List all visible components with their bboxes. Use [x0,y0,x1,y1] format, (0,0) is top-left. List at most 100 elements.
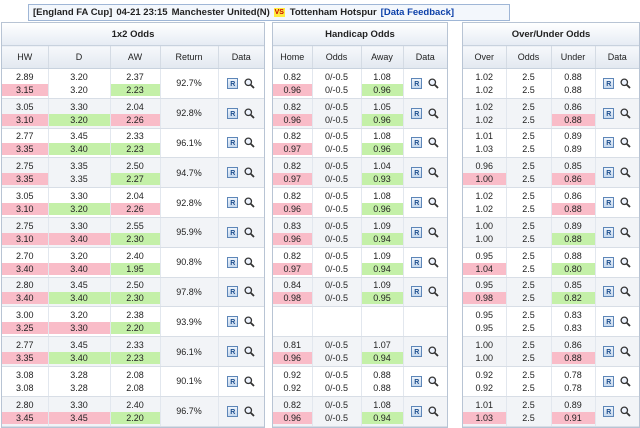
odds-history-icon[interactable]: R [411,137,423,149]
odds-history-icon[interactable]: R [603,107,615,119]
odds-history-icon[interactable]: R [411,167,423,179]
under-cell-initial: 0.88 [564,71,582,82]
odds-history-icon[interactable]: R [603,346,615,358]
odds-history-icon[interactable]: R [227,77,239,89]
magnifier-icon[interactable] [244,257,255,268]
data-feedback-link[interactable]: [Data Feedback] [381,7,454,18]
magnifier-icon[interactable] [620,257,631,268]
magnifier-icon[interactable] [428,257,439,268]
odds-history-icon[interactable]: R [411,256,423,268]
odds-history-icon[interactable]: R [227,346,239,358]
aw-cell-initial: 2.55 [126,220,144,231]
odds-history-icon[interactable]: R [227,286,239,298]
odds-history-icon[interactable]: R [411,107,423,119]
data-actions: R [218,277,265,308]
magnifier-icon[interactable] [244,406,255,417]
odds-history-icon[interactable]: R [227,197,239,209]
data-icons: R [404,167,448,179]
magnifier-icon[interactable] [620,406,631,417]
odds-history-icon[interactable]: R [603,77,615,89]
magnifier-icon[interactable] [620,78,631,89]
return-cell: 92.8% [160,98,219,129]
magnifier-icon[interactable] [244,316,255,327]
handicap-line-cell-initial: 0/-0.5 [324,220,348,231]
under-cell: 0.78 0.78 [551,366,596,397]
magnifier-icon[interactable] [244,137,255,149]
odds-history-icon[interactable]: R [411,226,423,238]
col-hc-odds: Odds [312,45,362,69]
odds-history-icon[interactable]: R [603,375,615,387]
odds-history-icon[interactable]: R [603,286,615,298]
magnifier-icon[interactable] [428,227,439,238]
data-actions: R [595,366,640,397]
over-cell-initial: 1.00 [475,220,494,231]
magnifier-icon[interactable] [620,167,631,178]
table-row: 0.84 0.98 0/-0.5 0/-0.5 1.09 0.95 R [273,277,447,308]
magnifier-icon[interactable] [428,197,439,208]
magnifier-icon[interactable] [620,286,631,298]
odds-history-icon[interactable]: R [411,286,423,298]
magnifier-icon[interactable] [428,406,439,417]
odds-history-icon[interactable]: R [227,167,239,179]
table-row: 2.80 3.40 3.45 3.40 2.50 2.30 97.8% R [2,277,265,308]
odds-history-icon[interactable]: R [603,226,615,238]
magnifier-icon[interactable] [620,137,631,149]
magnifier-icon[interactable] [244,376,255,387]
odds-history-icon[interactable]: R [603,197,615,209]
data-icons: R [596,137,640,149]
magnifier-icon[interactable] [428,78,439,89]
magnifier-icon[interactable] [428,346,439,357]
odds-history-icon[interactable]: R [603,405,615,417]
magnifier-icon[interactable] [244,197,255,208]
odds-history-icon[interactable]: R [227,107,239,119]
odds-history-icon[interactable]: R [227,375,239,387]
data-actions: R [403,336,447,367]
draw-cell-initial: 3.30 [70,101,88,112]
odds-history-icon[interactable]: R [411,77,423,89]
magnifier-icon[interactable] [428,286,439,298]
odds-history-icon[interactable]: R [603,316,615,328]
magnifier-icon[interactable] [620,376,631,387]
magnifier-icon[interactable] [428,376,439,387]
total-line-cell-initial: 2.5 [522,191,535,202]
magnifier-icon[interactable] [244,78,255,89]
magnifier-icon[interactable] [428,108,439,119]
aw-cell: 2.38 2.20 [110,306,161,338]
odds-history-icon[interactable]: R [411,405,423,417]
odds-history-icon[interactable]: R [411,346,423,358]
total-line-cell-live: 2.5 [522,353,535,364]
magnifier-icon[interactable] [620,227,631,238]
data-actions: R [403,366,447,397]
total-line-cell-initial: 2.5 [522,369,535,380]
magnifier-icon[interactable] [244,227,255,238]
magnifier-icon[interactable] [620,316,631,327]
away-team-name: Tottenham Hotspur [289,7,377,18]
odds-history-icon[interactable]: R [227,316,239,328]
data-icons: R [219,375,265,387]
magnifier-icon[interactable] [620,346,631,357]
magnifier-icon[interactable] [620,197,631,208]
odds-history-icon[interactable]: R [227,137,239,149]
odds-1x2-panel: 1x2 Odds HW D AW Return Data 2.89 3.15 3.2… [1,22,265,428]
magnifier-icon[interactable] [428,137,439,149]
magnifier-icon[interactable] [244,167,255,178]
odds-history-icon[interactable]: R [603,256,615,268]
magnifier-icon[interactable] [244,286,255,298]
odds-history-icon[interactable]: R [603,167,615,179]
odds-history-icon[interactable]: R [411,375,423,387]
odds-history-icon[interactable]: R [227,405,239,417]
magnifier-icon[interactable] [428,167,439,178]
handicap-line-cell: 0/-0.5 0/-0.5 [312,396,362,427]
odds-history-icon[interactable]: R [227,256,239,268]
handicap-line-cell-live: 0/-0.5 [324,233,348,244]
odds-history-icon[interactable]: R [227,226,239,238]
home-cell: 0.92 0.92 [273,366,313,397]
return-cell: 96.1% [160,128,219,159]
over-cell: 1.02 1.02 [463,68,507,99]
magnifier-icon[interactable] [244,346,255,357]
magnifier-icon[interactable] [620,108,631,119]
magnifier-icon[interactable] [244,108,255,119]
odds-history-icon[interactable]: R [411,197,423,209]
odds-history-icon[interactable]: R [603,137,615,149]
handicap-line-cell-initial: 0/-0.5 [324,101,348,112]
